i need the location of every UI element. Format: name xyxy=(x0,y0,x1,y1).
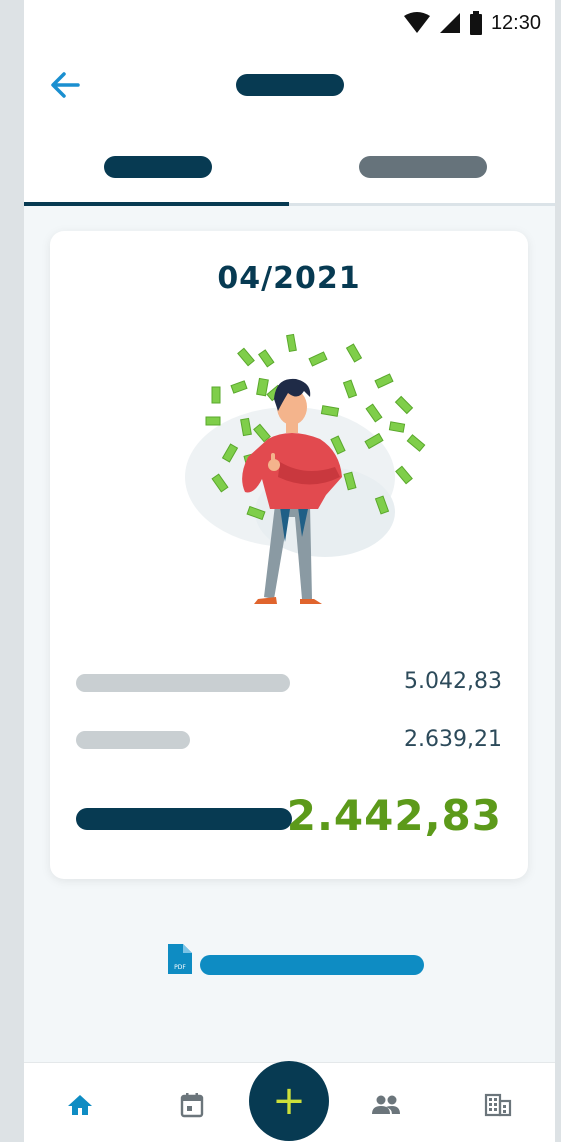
battery-icon xyxy=(469,11,482,35)
period-title: 04/2021 xyxy=(217,261,361,296)
deduction-value: 2.639,21 xyxy=(404,727,502,752)
app-bar xyxy=(24,46,555,126)
arrow-left-icon[interactable] xyxy=(48,68,82,102)
status-time: 12:30 xyxy=(490,11,541,34)
signal-icon xyxy=(439,13,460,33)
pdf-icon-text: PDF xyxy=(174,964,186,971)
wifi-icon xyxy=(403,12,430,33)
nav-calendar[interactable] xyxy=(168,1083,216,1127)
tab-second[interactable] xyxy=(289,126,555,206)
pdf-file-icon: PDF xyxy=(168,944,192,974)
page-title-placeholder xyxy=(236,74,344,96)
income-label-placeholder xyxy=(76,674,290,692)
tab-first-label-placeholder xyxy=(104,156,212,178)
people-icon xyxy=(372,1095,400,1114)
nav-people[interactable] xyxy=(362,1083,410,1127)
bottom-navigation: + xyxy=(24,1061,555,1142)
home-icon xyxy=(68,1095,92,1115)
income-value: 5.042,83 xyxy=(404,669,502,694)
tab-bar xyxy=(24,126,555,206)
tab-first[interactable] xyxy=(24,126,289,206)
summary-card: 04/2021 5.042,83 2.639,21 2.442,83 xyxy=(50,231,528,879)
building-icon xyxy=(484,1093,512,1117)
total-value: 2.442,83 xyxy=(286,791,502,840)
pdf-link-label-placeholder xyxy=(200,955,424,975)
status-bar: 12:30 xyxy=(24,0,555,46)
tab-active-indicator xyxy=(24,202,289,206)
tab-second-label-placeholder xyxy=(359,156,487,178)
total-label-placeholder xyxy=(76,808,292,830)
calendar-icon xyxy=(180,1093,204,1118)
add-icon: + xyxy=(272,1078,306,1124)
nav-home[interactable] xyxy=(56,1083,104,1127)
phone-screen: 12:30 04/2021 5.042,83 2.639,21 2.442,83… xyxy=(24,0,555,1142)
add-button[interactable]: + xyxy=(249,1061,329,1141)
tab-divider xyxy=(289,203,555,206)
nav-company[interactable] xyxy=(474,1083,522,1127)
man-with-money-illustration xyxy=(185,333,426,604)
pdf-download-link[interactable]: PDF xyxy=(168,944,428,975)
status-icons: 12:30 xyxy=(403,10,541,36)
deduction-label-placeholder xyxy=(76,731,190,749)
